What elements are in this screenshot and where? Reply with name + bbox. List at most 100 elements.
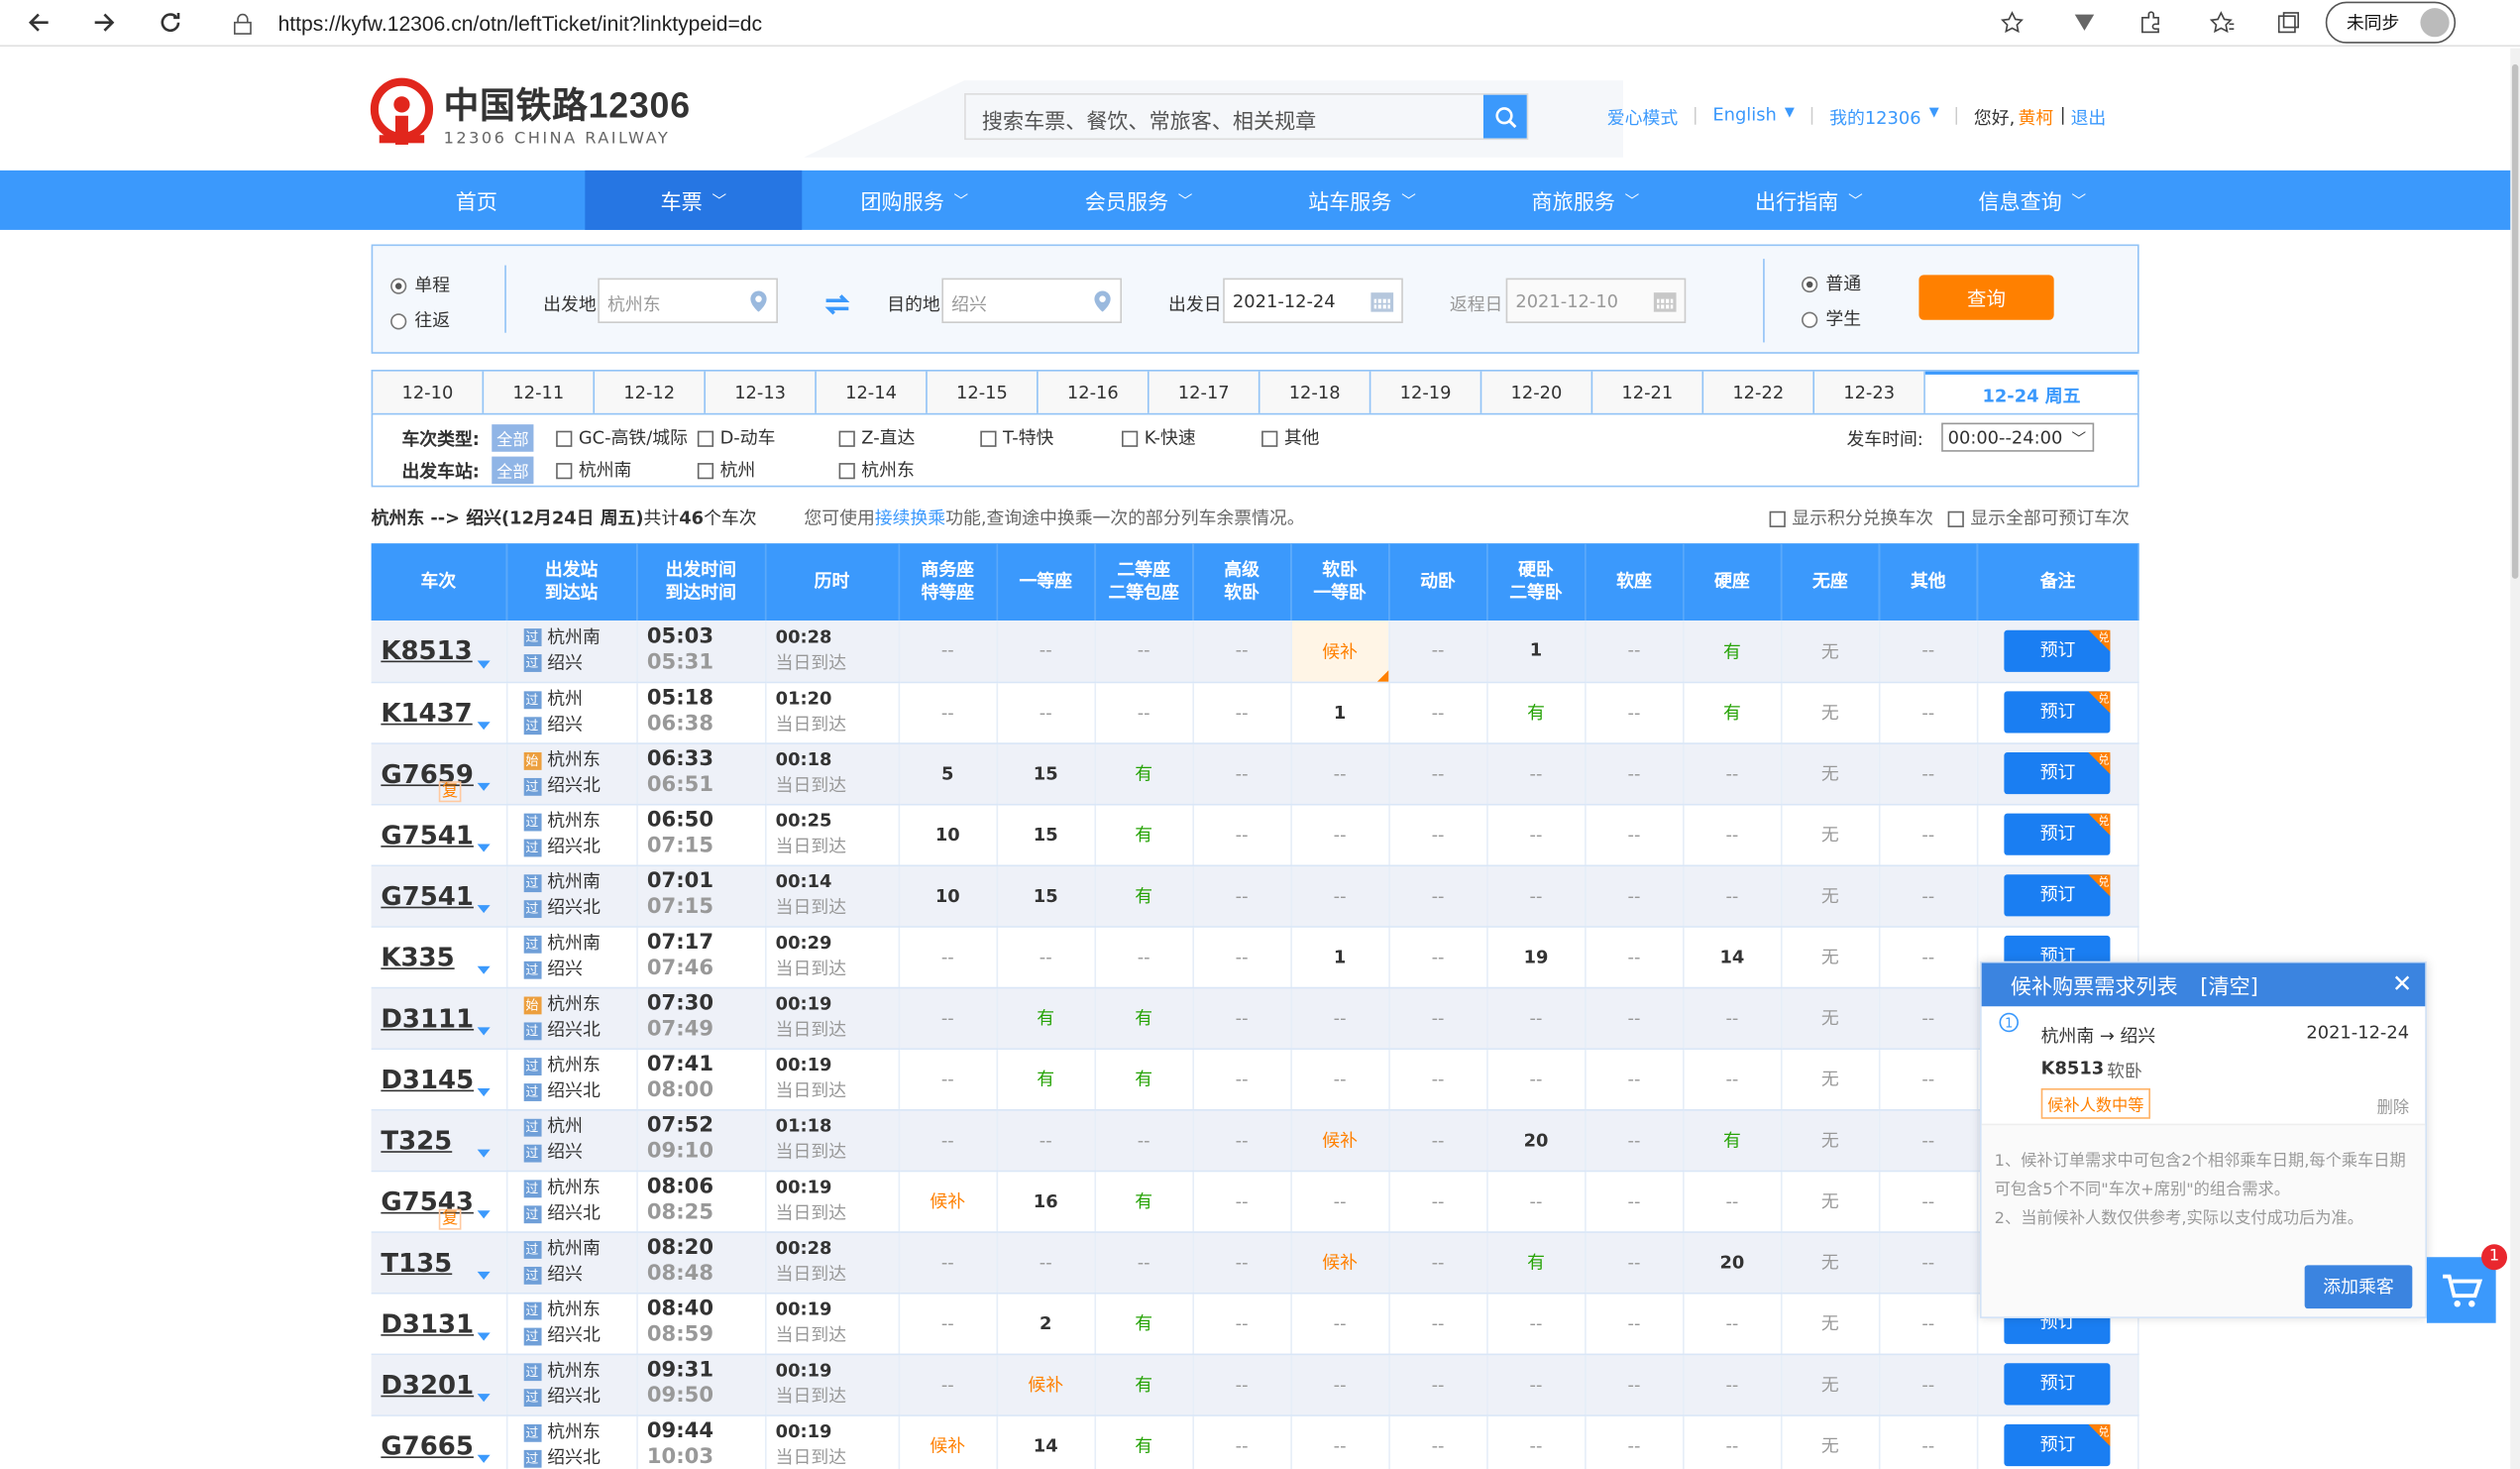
radio-single[interactable]: 单程 — [390, 272, 450, 297]
dropdown-triangle-icon[interactable] — [476, 782, 490, 791]
clear-waitlist-link[interactable]: [清空] — [2200, 969, 2258, 999]
nav-group[interactable]: 团购服务 ﹀ — [802, 170, 1027, 230]
profile-sync-button[interactable]: 未同步 — [2325, 1, 2457, 44]
train-number[interactable]: G7659 复 — [371, 742, 507, 805]
site-logo[interactable]: 中国铁路12306 12306 CHINA RAILWAY — [370, 77, 691, 148]
date-tab[interactable]: 12-21 — [1592, 371, 1704, 415]
to-station-input[interactable]: 绍兴 — [941, 278, 1123, 323]
seat-cell[interactable]: 候补 — [1290, 1231, 1390, 1294]
dropdown-triangle-icon[interactable] — [476, 1148, 490, 1157]
type-checkbox[interactable]: K-快速 — [1122, 424, 1196, 450]
all-bookable-checkbox[interactable]: 显示全部可预订车次 — [1947, 505, 2130, 530]
train-number[interactable]: K335 — [371, 926, 507, 988]
train-number[interactable]: T135 — [371, 1231, 507, 1294]
type-checkbox[interactable]: GC-高铁/城际 — [556, 424, 688, 450]
train-number[interactable]: D3111 — [371, 986, 507, 1050]
date-tab[interactable]: 12-23 — [1814, 371, 1925, 415]
points-checkbox[interactable]: 显示积分兑换车次 — [1769, 505, 1933, 530]
date-tab[interactable]: 12-11 — [484, 371, 596, 415]
dropdown-triangle-icon[interactable] — [476, 1453, 490, 1463]
query-button[interactable]: 查询 — [1918, 275, 2054, 320]
dropdown-triangle-icon[interactable] — [476, 1209, 490, 1218]
seat-cell[interactable]: 候补 — [996, 1353, 1096, 1415]
add-passenger-button[interactable]: 添加乘客 — [2304, 1265, 2413, 1309]
radio-normal[interactable]: 普通 — [1802, 270, 1861, 295]
train-number[interactable]: G7543 复 — [371, 1170, 507, 1233]
waitlist-delete-link[interactable]: 删除 — [2377, 1093, 2409, 1117]
address-bar[interactable]: https://kyfw.12306.cn/otn/leftTicket/ini… — [220, 3, 2036, 44]
dropdown-triangle-icon[interactable] — [476, 904, 490, 913]
scrollbar-thumb[interactable] — [2511, 63, 2519, 579]
dropdown-triangle-icon[interactable] — [476, 1026, 490, 1035]
book-button[interactable]: 预订兑 — [2005, 1423, 2112, 1467]
seat-cell[interactable]: 候补 — [898, 1414, 998, 1469]
dropdown-triangle-icon[interactable] — [476, 1393, 490, 1402]
train-number[interactable]: G7665 — [371, 1414, 507, 1469]
nav-info[interactable]: 信息查询 ﹀ — [1920, 170, 2143, 230]
favorites-icon[interactable] — [2207, 6, 2239, 38]
nav-home[interactable]: 首页 — [368, 170, 585, 230]
seat-cell[interactable]: 候补 — [1290, 1109, 1390, 1172]
type-checkbox[interactable]: Z-直达 — [838, 424, 915, 450]
train-number[interactable]: G7541 — [371, 864, 507, 927]
dropdown-triangle-icon[interactable] — [476, 964, 490, 973]
care-mode-link[interactable]: 爱心模式 — [1607, 104, 1678, 130]
dropdown-triangle-icon[interactable] — [476, 843, 490, 851]
date-tab[interactable]: 12-17 — [1150, 371, 1260, 415]
dropdown-triangle-icon[interactable] — [476, 1271, 490, 1280]
nav-business[interactable]: 商旅服务 ﹀ — [1474, 170, 1697, 230]
date-tab[interactable]: 12-10 — [373, 371, 485, 415]
station-checkbox[interactable]: 杭州南 — [556, 457, 631, 483]
return-date-input[interactable]: 2021-12-10 — [1505, 278, 1687, 323]
station-all-tag[interactable]: 全部 — [492, 456, 534, 485]
type-checkbox[interactable]: D-动车 — [697, 424, 775, 450]
from-station-input[interactable]: 杭州东 — [598, 278, 778, 323]
book-button[interactable]: 预订兑 — [2005, 874, 2112, 917]
back-icon[interactable] — [23, 6, 55, 38]
train-number[interactable]: D3145 — [371, 1048, 507, 1110]
favorite-add-icon[interactable] — [1996, 6, 2027, 38]
search-button[interactable] — [1482, 94, 1527, 139]
radio-round[interactable]: 往返 — [390, 307, 450, 333]
train-number[interactable]: D3201 — [371, 1353, 507, 1415]
book-button[interactable]: 预订兑 — [2005, 691, 2112, 734]
refresh-icon[interactable] — [155, 6, 186, 38]
book-button[interactable]: 预订兑 — [2005, 813, 2112, 855]
train-number[interactable]: G7541 — [371, 803, 507, 866]
date-tab[interactable]: 12-19 — [1370, 371, 1482, 415]
type-checkbox[interactable]: 其他 — [1261, 424, 1319, 450]
username-link[interactable]: 黄柯 — [2018, 104, 2053, 130]
book-button[interactable]: 预订兑 — [2005, 629, 2112, 672]
extension-v-icon[interactable] — [2068, 6, 2100, 38]
date-tab[interactable]: 12-18 — [1260, 371, 1371, 415]
nav-guide[interactable]: 出行指南 ﹀ — [1698, 170, 1920, 230]
nav-tickets[interactable]: 车票 ﹀ — [585, 170, 803, 230]
depart-date-input[interactable]: 2021-12-24 — [1223, 278, 1403, 323]
my-12306-link[interactable]: 我的12306 — [1829, 104, 1920, 130]
nav-member[interactable]: 会员服务 ﹀ — [1027, 170, 1250, 230]
book-button[interactable]: 预订兑 — [2005, 752, 2112, 795]
dropdown-triangle-icon[interactable] — [476, 721, 490, 730]
dropdown-triangle-icon[interactable] — [476, 1087, 490, 1096]
type-checkbox[interactable]: T-特快 — [980, 424, 1053, 450]
date-tab[interactable]: 12-12 — [595, 371, 706, 415]
column-header[interactable]: 历时 — [765, 543, 900, 622]
swap-stations-icon[interactable] — [824, 291, 850, 322]
station-checkbox[interactable]: 杭州 — [697, 457, 755, 483]
forward-icon[interactable] — [88, 6, 120, 38]
book-button[interactable]: 预订 — [2005, 1363, 2112, 1406]
station-checkbox[interactable]: 杭州东 — [838, 457, 915, 483]
train-number[interactable]: T325 — [371, 1109, 507, 1172]
type-all-tag[interactable]: 全部 — [492, 424, 534, 452]
english-link[interactable]: English — [1712, 104, 1776, 130]
date-tab-selected[interactable]: 12-24 周五 — [1924, 371, 2137, 415]
seat-cell[interactable]: 候补 — [898, 1170, 998, 1233]
train-number[interactable]: K1437 — [371, 681, 507, 744]
date-tab[interactable]: 12-22 — [1703, 371, 1815, 415]
dropdown-triangle-icon[interactable] — [476, 659, 490, 668]
site-search-input[interactable]: 搜索车票、餐饮、常旅客、相关规章 — [964, 93, 1529, 141]
date-tab[interactable]: 12-13 — [706, 371, 817, 415]
nav-station[interactable]: 站车服务 ﹀ — [1251, 170, 1474, 230]
time-select[interactable]: 00:00--24:00 ﹀ — [1941, 422, 2095, 452]
collections-icon[interactable] — [2272, 6, 2304, 38]
